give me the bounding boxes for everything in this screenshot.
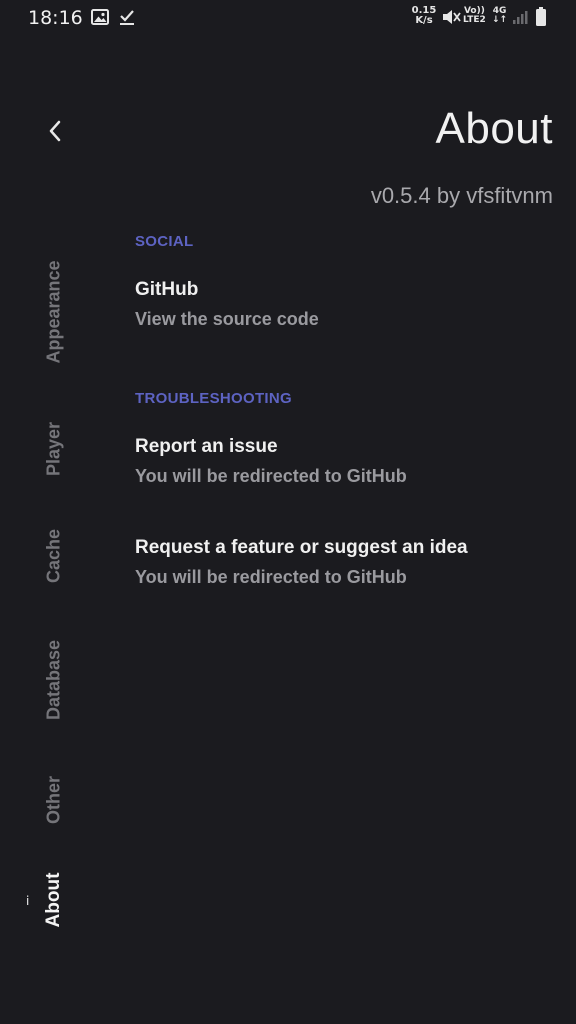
gallery-icon <box>91 8 109 31</box>
report-issue-title: Report an issue <box>135 436 278 457</box>
tab-appearance[interactable]: Appearance <box>44 260 65 363</box>
request-feature-item[interactable]: Request a feature or suggest an idea You… <box>135 536 555 590</box>
version-text: v0.5.4 by vfsfitvnm <box>370 183 553 208</box>
volte-bottom: LTE2 <box>463 15 486 25</box>
github-subtitle: View the source code <box>135 309 319 329</box>
signal-icon <box>512 9 528 30</box>
tab-cache[interactable]: Cache <box>44 529 65 583</box>
mute-icon <box>441 8 461 31</box>
tab-about[interactable]: About <box>43 873 65 928</box>
request-feature-title: Request a feature or suggest an idea <box>135 537 468 558</box>
report-issue-subtitle: You will be redirected to GitHub <box>135 466 407 486</box>
tab-player[interactable]: Player <box>44 422 65 476</box>
github-item[interactable]: GitHub View the source code <box>135 278 555 332</box>
status-bar: 18:16 0.15 K/s Vo)) LTE2 4G ↓↑ <box>0 0 576 36</box>
info-icon: i <box>26 894 30 908</box>
chevron-left-icon <box>46 119 64 148</box>
tab-database[interactable]: Database <box>44 640 65 720</box>
status-time: 18:16 <box>28 7 83 29</box>
section-header-troubleshooting: TROUBLESHOOTING <box>135 390 292 407</box>
net-speed: 0.15 K/s <box>410 6 438 26</box>
volte-indicator: Vo)) LTE2 <box>463 7 486 25</box>
download-done-icon <box>118 8 136 31</box>
data-arrows-icon: ↓↑ <box>492 15 508 25</box>
report-issue-item[interactable]: Report an issue You will be redirected t… <box>135 435 555 489</box>
tab-other[interactable]: Other <box>44 776 65 824</box>
net-speed-unit: K/s <box>415 15 433 26</box>
request-feature-subtitle: You will be redirected to GitHub <box>135 567 407 587</box>
back-button[interactable] <box>36 114 74 152</box>
github-title: GitHub <box>135 279 199 300</box>
network-type-indicator: 4G ↓↑ <box>492 7 507 25</box>
page-title: About <box>435 104 553 153</box>
section-header-social: SOCIAL <box>135 233 194 250</box>
battery-icon <box>535 7 547 32</box>
